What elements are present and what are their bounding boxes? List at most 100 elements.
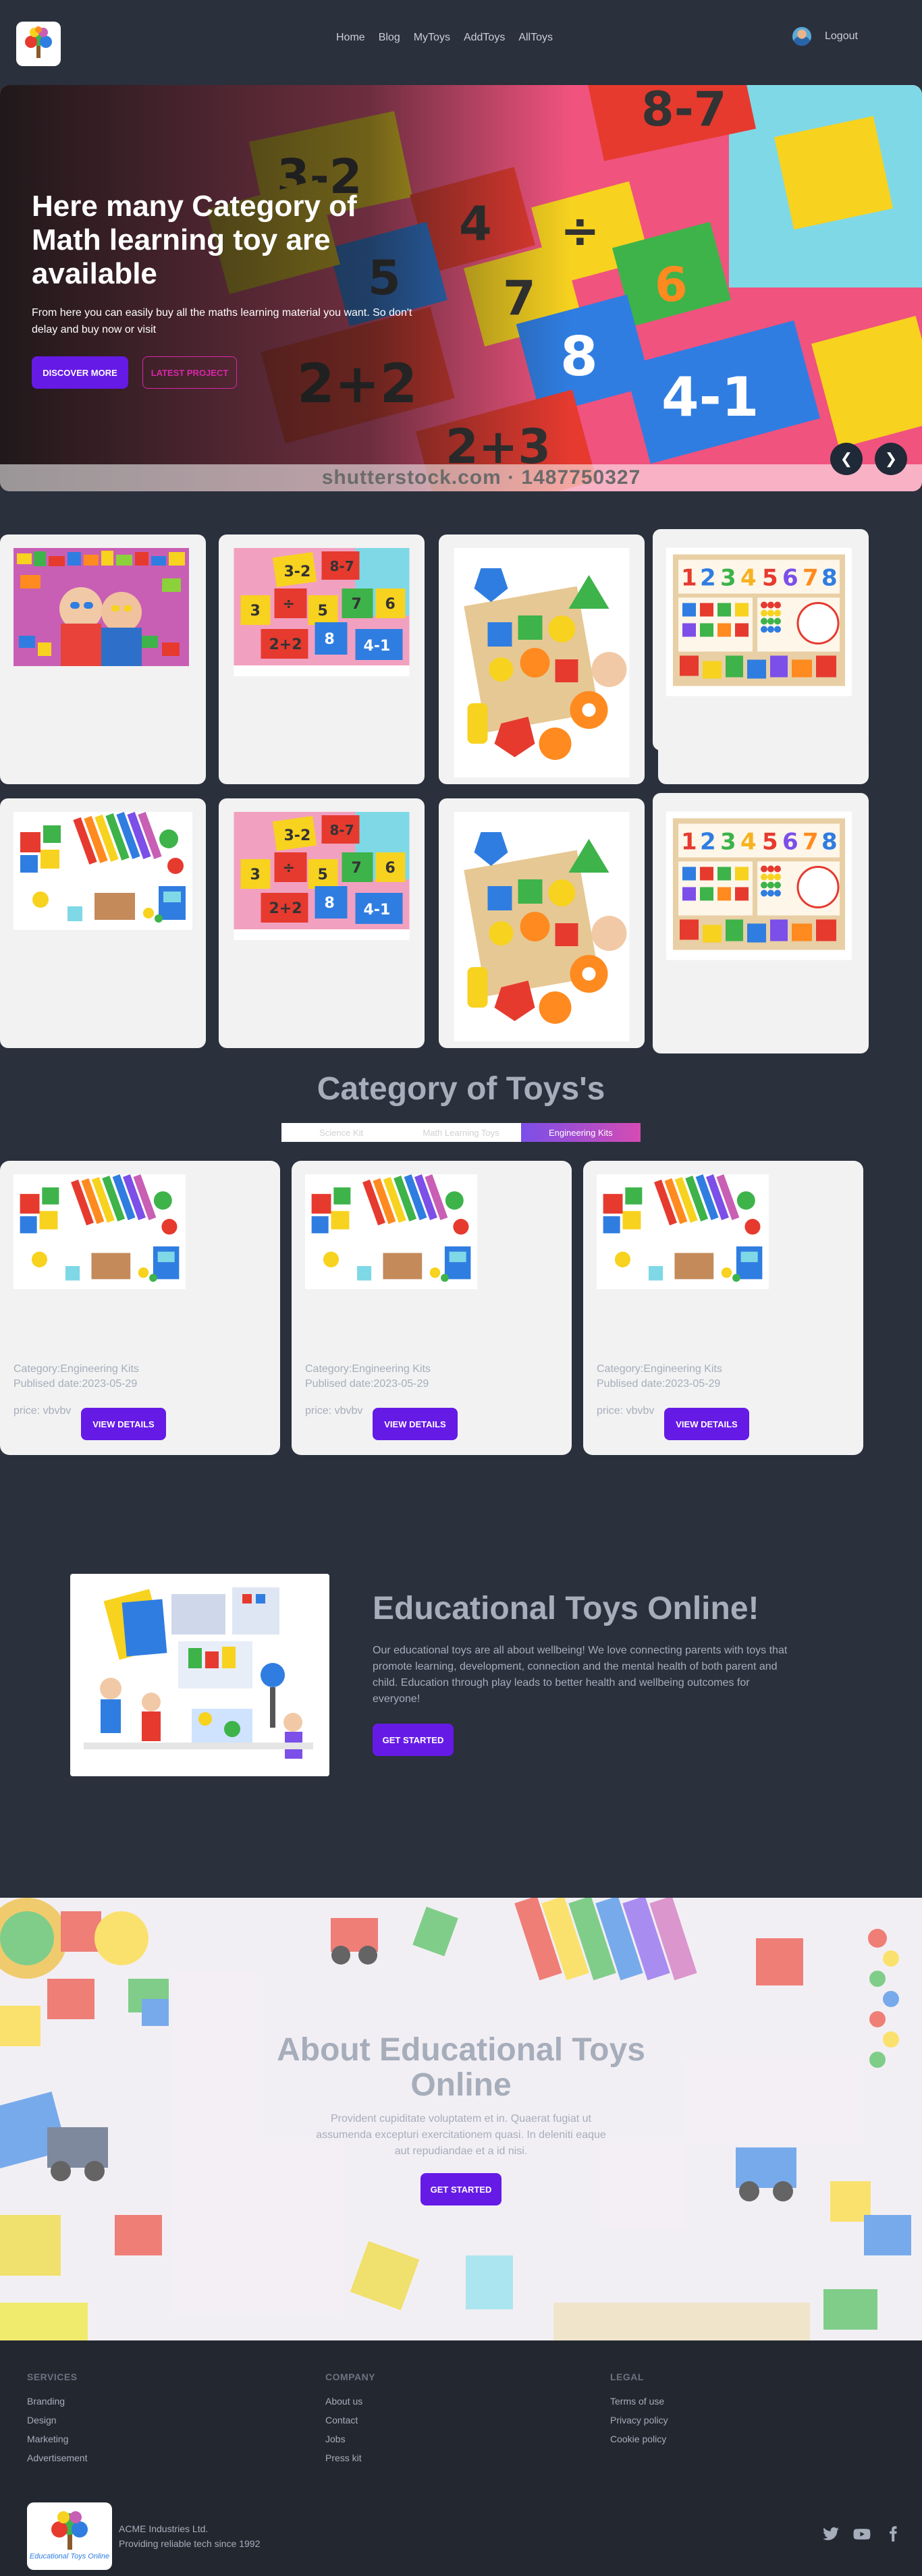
- gallery-image: [454, 548, 630, 777]
- footer-legal: LEGAL Terms of use Privacy policy Cookie…: [610, 2372, 668, 2452]
- product-price: price: vbvbv: [597, 1405, 655, 1417]
- view-details-button[interactable]: VIEW DETAILS: [664, 1408, 749, 1440]
- nav-mytoys[interactable]: MyToys: [407, 30, 457, 46]
- chevron-right-icon: ❯: [884, 450, 898, 467]
- product-date: Publised date:2023-05-29: [13, 1378, 138, 1390]
- footer-link[interactable]: Terms of use: [610, 2396, 668, 2407]
- footer: SERVICES Branding Design Marketing Adver…: [0, 2340, 922, 2576]
- logo-tree-icon: [25, 26, 52, 58]
- gallery-image: [13, 548, 189, 666]
- hero-subtitle: From here you can easily buy all the mat…: [32, 307, 412, 335]
- product-date: Publised date:2023-05-29: [305, 1378, 429, 1390]
- gallery-card[interactable]: [0, 535, 206, 784]
- product-card: Category:Engineering Kits Publised date:…: [292, 1161, 572, 1455]
- about-get-started-button[interactable]: GET STARTED: [421, 2173, 501, 2205]
- footer-link[interactable]: Jobs: [325, 2434, 375, 2444]
- footer-heading: LEGAL: [610, 2372, 644, 2382]
- gallery-card[interactable]: [219, 798, 425, 1048]
- nav-alltoys[interactable]: AllToys: [512, 30, 560, 46]
- footer-heading: COMPANY: [325, 2372, 376, 2382]
- gallery-card[interactable]: [0, 798, 206, 1048]
- footer-heading: SERVICES: [27, 2372, 78, 2382]
- footer-link[interactable]: Privacy policy: [610, 2415, 668, 2426]
- product-image: [13, 1174, 186, 1289]
- footer-services: SERVICES Branding Design Marketing Adver…: [27, 2372, 87, 2471]
- youtube-icon[interactable]: [853, 2525, 871, 2543]
- footer-link[interactable]: Cookie policy: [610, 2434, 668, 2444]
- about-section: About Educational Toys Online Provident …: [0, 1898, 922, 2340]
- gallery-card[interactable]: [653, 793, 869, 1053]
- get-started-button[interactable]: GET STARTED: [373, 1724, 454, 1756]
- avatar[interactable]: [791, 26, 813, 47]
- latest-project-button[interactable]: LATEST PROJECT: [142, 356, 237, 389]
- about-title: About Educational Toys Online: [277, 2032, 645, 2103]
- footer-logo: Educational Toys Online: [27, 2502, 112, 2570]
- nav-addtoys[interactable]: AddToys: [457, 30, 512, 46]
- footer-tagline: Providing reliable tech since 1992: [119, 2538, 261, 2549]
- product-card: Category:Engineering Kits Publised date:…: [583, 1161, 863, 1455]
- hero-carousel: 8-7 3-2 4 ÷ 5 7 6 2+2 8 4-1 2+3 shutters…: [0, 85, 922, 491]
- gallery-card-footer: [658, 736, 869, 784]
- footer-link[interactable]: Marketing: [27, 2434, 87, 2444]
- educational-section: Educational Toys Online! Our educational…: [0, 1455, 864, 1898]
- category-title: Category of Toys's: [317, 1071, 605, 1107]
- tab-science-kit[interactable]: Science Kit: [281, 1123, 402, 1142]
- tab-engineering-kits[interactable]: Engineering Kits: [520, 1123, 641, 1142]
- site-logo[interactable]: [16, 22, 61, 66]
- facebook-icon[interactable]: [884, 2525, 902, 2543]
- product-date: Publised date:2023-05-29: [597, 1378, 721, 1390]
- navbar: Home Blog MyToys AddToys AllToys Logout: [0, 0, 922, 74]
- gallery-card[interactable]: [219, 535, 425, 784]
- gallery-image: [666, 811, 852, 961]
- gallery-image: [454, 812, 630, 1041]
- tab-math-learning[interactable]: Math Learning Toys: [401, 1123, 521, 1142]
- about-text: Provident cupiditate voluptatem et in. Q…: [316, 2113, 606, 2157]
- gallery-image: [666, 547, 852, 697]
- educational-text: Our educational toys are all about wellb…: [373, 1645, 788, 1705]
- hero-watermark: shutterstock.com · 1487750327: [0, 464, 922, 491]
- product-category: Category:Engineering Kits: [305, 1363, 431, 1375]
- footer-link[interactable]: Contact: [325, 2415, 375, 2426]
- category-tabs: Science Kit Math Learning Toys Engineeri…: [281, 1123, 641, 1142]
- footer-link[interactable]: Press kit: [325, 2452, 375, 2463]
- twitter-icon[interactable]: [822, 2525, 840, 2543]
- gallery-card[interactable]: [653, 529, 869, 750]
- product-price: price: vbvbv: [305, 1405, 363, 1417]
- nav-links: Home Blog MyToys AddToys AllToys: [329, 30, 560, 46]
- footer-link[interactable]: Branding: [27, 2396, 87, 2407]
- chevron-left-icon: ❮: [840, 450, 853, 467]
- footer-link[interactable]: Advertisement: [27, 2452, 87, 2463]
- nav-home[interactable]: Home: [329, 30, 372, 46]
- social-links: [822, 2525, 902, 2543]
- footer-company-name: ACME Industries Ltd.: [119, 2523, 209, 2534]
- product-card: Category:Engineering Kits Publised date:…: [0, 1161, 280, 1455]
- gallery-image: [13, 812, 192, 930]
- hero-title: Here many Category of Math learning toy …: [32, 190, 357, 290]
- footer-company-info: ACME Industries Ltd. Providing reliable …: [119, 2521, 260, 2551]
- view-details-button[interactable]: VIEW DETAILS: [81, 1408, 166, 1440]
- logout-link[interactable]: Logout: [825, 30, 858, 43]
- gallery-card[interactable]: [439, 535, 645, 784]
- product-category: Category:Engineering Kits: [13, 1363, 139, 1375]
- footer-link[interactable]: About us: [325, 2396, 375, 2407]
- view-details-button[interactable]: VIEW DETAILS: [373, 1408, 458, 1440]
- gallery-image: [234, 548, 410, 676]
- product-category: Category:Engineering Kits: [597, 1363, 722, 1375]
- product-price: price: vbvbv: [13, 1405, 72, 1417]
- gallery-image: [234, 812, 410, 940]
- educational-illustration: [70, 1574, 329, 1776]
- kids-learning-illustration: [70, 1574, 329, 1776]
- footer-logo-text: Educational Toys Online: [29, 2552, 110, 2560]
- product-image: [305, 1174, 477, 1289]
- carousel-next-button[interactable]: ❯: [875, 443, 907, 475]
- nav-user-area: Logout: [791, 26, 858, 47]
- discover-more-button[interactable]: DISCOVER MORE: [32, 356, 128, 389]
- carousel-prev-button[interactable]: ❮: [830, 443, 863, 475]
- product-image: [597, 1174, 769, 1289]
- footer-link[interactable]: Design: [27, 2415, 87, 2426]
- nav-blog[interactable]: Blog: [372, 30, 407, 46]
- footer-company: COMPANY About us Contact Jobs Press kit: [325, 2372, 375, 2471]
- gallery-card[interactable]: [439, 798, 645, 1048]
- educational-title: Educational Toys Online!: [373, 1591, 759, 1626]
- footer-brand: Educational Toys Online ACME Industries …: [27, 2502, 260, 2570]
